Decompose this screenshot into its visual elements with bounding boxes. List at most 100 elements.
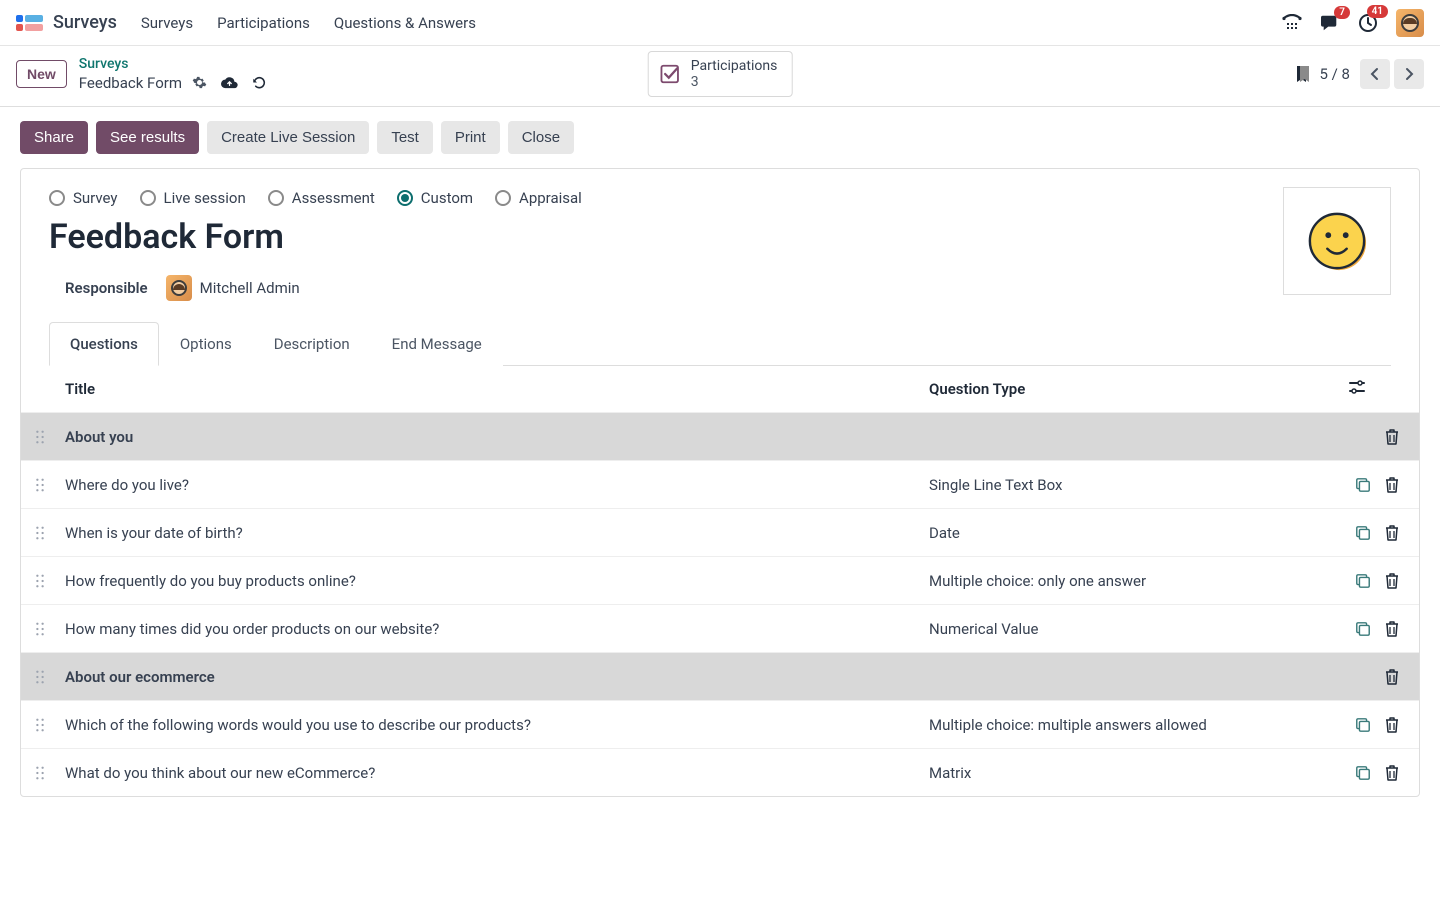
row-type: Single Line Text Box — [929, 476, 1349, 494]
responsible-user: Mitchell Admin — [200, 279, 300, 297]
row-type: Matrix — [929, 764, 1349, 782]
question-row[interactable]: How many times did you order products on… — [21, 604, 1419, 652]
copy-icon[interactable] — [1355, 477, 1371, 493]
activities-icon[interactable]: 41 — [1358, 13, 1378, 33]
survey-type-option[interactable]: Live session — [140, 189, 246, 207]
adjust-columns-icon[interactable] — [1349, 380, 1399, 394]
share-button[interactable]: Share — [20, 121, 88, 154]
drag-handle-icon[interactable] — [21, 766, 65, 780]
section-row[interactable]: About you — [21, 412, 1419, 460]
question-row[interactable]: Which of the following words would you u… — [21, 700, 1419, 748]
row-title: About you — [65, 416, 929, 458]
trash-icon[interactable] — [1385, 573, 1399, 589]
nav-item-surveys[interactable]: Surveys — [141, 14, 193, 32]
checkbox-checked-icon — [659, 63, 681, 85]
breadcrumb-current: Feedback Form — [79, 74, 182, 93]
activities-badge: 41 — [1367, 5, 1388, 18]
survey-type-option[interactable]: Appraisal — [495, 189, 582, 207]
responsible-label: Responsible — [65, 279, 148, 297]
section-row[interactable]: About our ecommerce — [21, 652, 1419, 700]
copy-icon[interactable] — [1355, 525, 1371, 541]
drag-handle-icon[interactable] — [21, 574, 65, 588]
pager-text[interactable]: 5 / 8 — [1320, 65, 1351, 83]
breadcrumb: Surveys Feedback Form — [79, 56, 267, 92]
tab-options[interactable]: Options — [159, 322, 253, 366]
user-avatar-icon — [166, 275, 192, 301]
copy-icon[interactable] — [1355, 573, 1371, 589]
question-row[interactable]: Where do you live? Single Line Text Box — [21, 460, 1419, 508]
survey-type-option[interactable]: Assessment — [268, 189, 375, 207]
print-button[interactable]: Print — [441, 121, 500, 154]
tab-description[interactable]: Description — [253, 322, 371, 366]
drag-handle-icon[interactable] — [21, 670, 65, 684]
gear-icon[interactable] — [192, 75, 207, 90]
responsible-value[interactable]: Mitchell Admin — [166, 275, 300, 301]
drag-handle-icon[interactable] — [21, 622, 65, 636]
new-button[interactable]: New — [16, 60, 67, 88]
trash-icon[interactable] — [1385, 525, 1399, 541]
tabs: QuestionsOptionsDescriptionEnd Message — [49, 321, 1391, 366]
row-type: Date — [929, 524, 1349, 542]
systray: 7 41 — [1282, 9, 1424, 37]
close-button[interactable]: Close — [508, 121, 574, 154]
trash-icon[interactable] — [1385, 669, 1399, 685]
survey-title[interactable]: Feedback Form — [49, 217, 1391, 257]
question-row[interactable]: When is your date of birth? Date — [21, 508, 1419, 556]
app-logo[interactable] — [16, 15, 43, 31]
stat-participations[interactable]: Participations 3 — [648, 51, 793, 97]
question-row[interactable]: What do you think about our new eCommerc… — [21, 748, 1419, 796]
control-bar: New Surveys Feedback Form Participations… — [0, 46, 1440, 107]
top-nav: Surveys Surveys Participations Questions… — [0, 0, 1440, 46]
row-type: Multiple choice: only one answer — [929, 572, 1349, 590]
undo-icon[interactable] — [252, 75, 267, 90]
create-live-session-button[interactable]: Create Live Session — [207, 121, 369, 154]
trash-icon[interactable] — [1385, 429, 1399, 445]
dialer-icon[interactable] — [1282, 14, 1302, 32]
see-results-button[interactable]: See results — [96, 121, 199, 154]
nav-item-qa[interactable]: Questions & Answers — [334, 14, 476, 32]
row-title: How frequently do you buy products onlin… — [65, 560, 929, 602]
table-header: Title Question Type — [21, 366, 1419, 412]
drag-handle-icon[interactable] — [21, 526, 65, 540]
breadcrumb-parent[interactable]: Surveys — [79, 56, 267, 74]
copy-icon[interactable] — [1355, 765, 1371, 781]
messages-icon[interactable]: 7 — [1320, 14, 1340, 32]
drag-handle-icon[interactable] — [21, 478, 65, 492]
col-type[interactable]: Question Type — [929, 380, 1349, 398]
cloud-upload-icon[interactable] — [221, 75, 238, 90]
messages-badge: 7 — [1334, 6, 1350, 19]
col-title[interactable]: Title — [65, 380, 929, 398]
tab-questions[interactable]: Questions — [49, 322, 159, 366]
stat-value: 3 — [691, 74, 778, 90]
pager-prev-button[interactable] — [1360, 59, 1390, 89]
nav-item-participations[interactable]: Participations — [217, 14, 310, 32]
test-button[interactable]: Test — [377, 121, 433, 154]
action-buttons: Share See results Create Live Session Te… — [0, 107, 1440, 168]
pager-next-button[interactable] — [1394, 59, 1424, 89]
app-name[interactable]: Surveys — [53, 12, 117, 33]
row-type: Numerical Value — [929, 620, 1349, 638]
bookmark-icon[interactable] — [1296, 65, 1310, 83]
user-avatar[interactable] — [1396, 9, 1424, 37]
row-title: About our ecommerce — [65, 656, 929, 698]
pager: 5 / 8 — [1296, 59, 1425, 89]
row-title: How many times did you order products on… — [65, 608, 929, 650]
survey-image[interactable] — [1283, 187, 1391, 295]
copy-icon[interactable] — [1355, 621, 1371, 637]
trash-icon[interactable] — [1385, 477, 1399, 493]
row-title: What do you think about our new eCommerc… — [65, 752, 929, 794]
drag-handle-icon[interactable] — [21, 718, 65, 732]
tab-end-message[interactable]: End Message — [371, 322, 503, 366]
drag-handle-icon[interactable] — [21, 430, 65, 444]
trash-icon[interactable] — [1385, 717, 1399, 733]
survey-type-option[interactable]: Custom — [397, 189, 473, 207]
copy-icon[interactable] — [1355, 717, 1371, 733]
trash-icon[interactable] — [1385, 621, 1399, 637]
stat-label: Participations — [691, 58, 778, 74]
survey-type-option[interactable]: Survey — [49, 189, 118, 207]
question-row[interactable]: How frequently do you buy products onlin… — [21, 556, 1419, 604]
row-title: Where do you live? — [65, 464, 929, 506]
nav-items: Surveys Participations Questions & Answe… — [141, 14, 476, 32]
row-title: Which of the following words would you u… — [65, 704, 929, 746]
trash-icon[interactable] — [1385, 765, 1399, 781]
